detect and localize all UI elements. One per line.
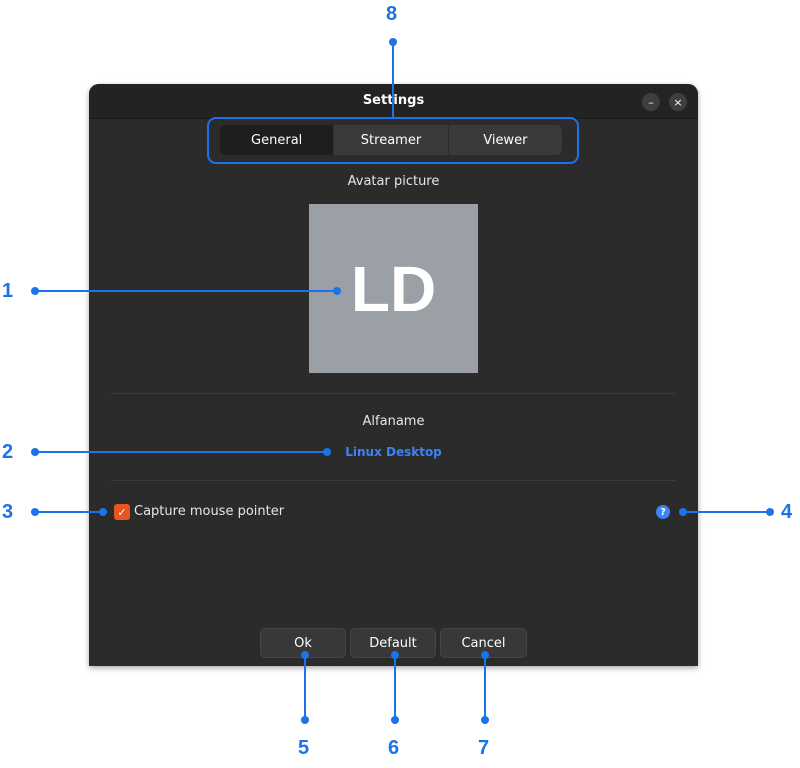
divider <box>111 393 676 394</box>
annotation-8: 8 <box>386 3 398 25</box>
annotation-line <box>484 655 486 720</box>
annotation-3: 3 <box>2 501 14 523</box>
annotation-dot <box>323 448 331 456</box>
help-icon[interactable]: ? <box>656 505 670 519</box>
annotation-line <box>35 290 335 292</box>
annotation-1: 1 <box>2 280 14 302</box>
alfaname-label: Alfaname <box>362 414 425 429</box>
annotation-line <box>35 451 327 453</box>
settings-window: Settings – × General Streamer Viewer Ava… <box>89 84 698 666</box>
minimize-button[interactable]: – <box>642 93 660 111</box>
annotation-dot <box>481 716 489 724</box>
check-icon: ✓ <box>117 505 127 519</box>
tabs-highlight-box <box>207 117 579 164</box>
annotation-dot <box>333 287 341 295</box>
annotation-line <box>304 655 306 720</box>
annotation-line <box>35 511 103 513</box>
annotation-line <box>392 42 394 117</box>
annotation-6: 6 <box>388 737 400 759</box>
annotation-dot <box>301 716 309 724</box>
close-button[interactable]: × <box>669 93 687 111</box>
annotation-5: 5 <box>298 737 310 759</box>
annotation-2: 2 <box>2 441 14 463</box>
capture-mouse-checkbox[interactable]: ✓ <box>114 504 130 520</box>
annotation-dot <box>99 508 107 516</box>
help-glyph: ? <box>660 506 666 518</box>
annotation-4: 4 <box>781 501 793 523</box>
capture-mouse-label[interactable]: Capture mouse pointer <box>134 504 284 519</box>
annotation-dot <box>766 508 774 516</box>
annotation-line <box>683 511 771 513</box>
annotation-7: 7 <box>478 737 490 759</box>
close-icon: × <box>673 95 683 109</box>
divider <box>111 480 676 481</box>
avatar-label: Avatar picture <box>347 174 440 189</box>
annotation-line <box>394 655 396 720</box>
annotation-dot <box>391 716 399 724</box>
minimize-icon: – <box>648 95 654 109</box>
avatar-initials: LD <box>350 252 437 325</box>
